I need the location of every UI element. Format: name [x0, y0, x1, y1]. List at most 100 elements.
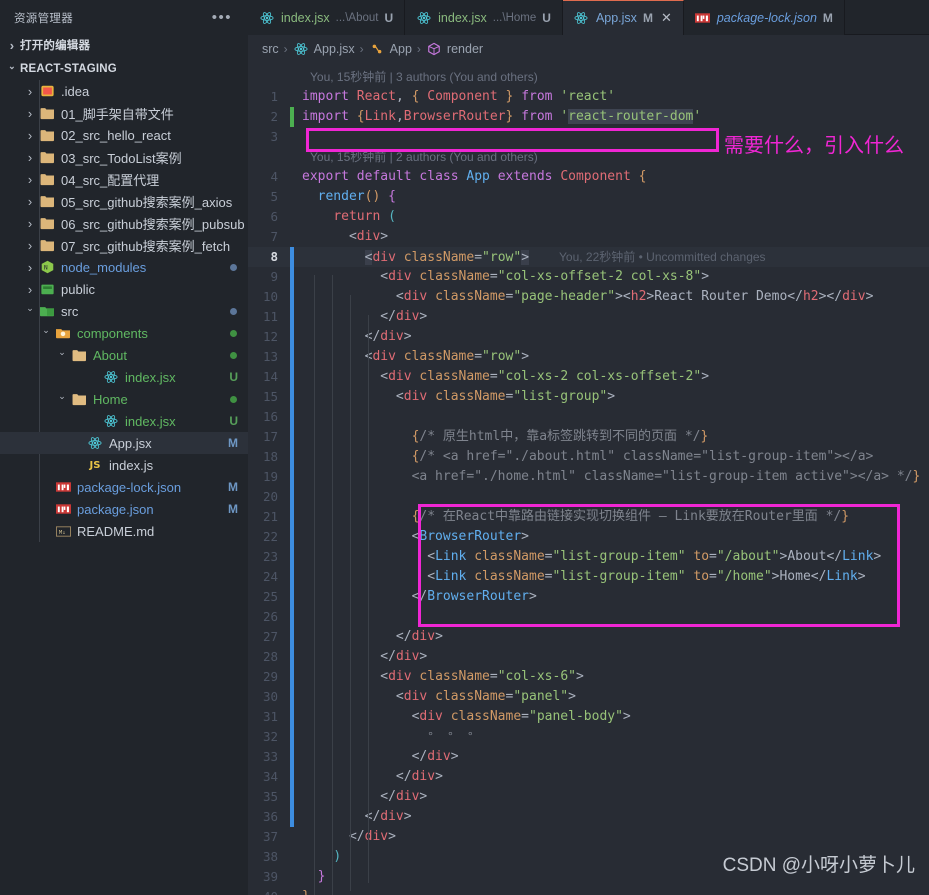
ellipsis-icon[interactable]: ••• [212, 10, 236, 25]
chevron-down-icon[interactable] [54, 394, 70, 405]
breadcrumb-item[interactable]: render [447, 42, 483, 56]
code-text: </div> [395, 769, 443, 784]
tree-item-03-src-todolist--[interactable]: 03_src_TodoList案例 [0, 146, 248, 168]
folder-icon [38, 193, 56, 209]
code-text: </div> [364, 809, 412, 824]
chevron-right-icon[interactable] [22, 128, 38, 143]
tab-app-jsx2[interactable]: App.jsx M ✕ [562, 0, 684, 35]
code-line-6[interactable]: 6 return ( [248, 207, 929, 227]
tree-item-index-js[interactable]: JS index.js [0, 454, 248, 476]
svg-text:N: N [44, 265, 48, 272]
tree-item-label: Home [93, 391, 128, 407]
chevron-right-icon[interactable] [22, 260, 38, 275]
code-text: <div> [348, 229, 389, 244]
tree-item-node-modules[interactable]: Nnode_modules [0, 256, 248, 278]
chevron-right-icon[interactable] [22, 150, 38, 165]
code-line-2[interactable]: 2 import {Link,BrowserRouter} from 'react… [248, 107, 929, 127]
code-text: {/* <a href="./about.html" className="li… [411, 449, 874, 464]
tree-item-04-src-----[interactable]: 04_src_配置代理 [0, 168, 248, 190]
line-number: 3 [270, 129, 278, 144]
breadcrumb-item[interactable]: App.jsx [314, 42, 355, 56]
tree-item-label: public [61, 281, 95, 297]
tree-item-home[interactable]: Home [0, 388, 248, 410]
chevron-right-icon[interactable] [22, 106, 38, 121]
breadcrumb-separator: › [283, 42, 288, 56]
tree-item-package-json[interactable]: package.json M [0, 498, 248, 520]
tree-item-label: components [77, 325, 148, 341]
code-text: </div> [411, 749, 459, 764]
tree-item-index-jsx[interactable]: index.jsx U [0, 410, 248, 432]
chevron-down-icon[interactable] [54, 350, 70, 361]
watermark: CSDN @小呀小萝卜儿 [722, 855, 915, 876]
chevron-right-icon[interactable] [22, 238, 38, 253]
code-line-7[interactable]: 7 <div> [248, 227, 929, 247]
chevron-right-icon[interactable] [22, 216, 38, 231]
tab-label: App.jsx [595, 11, 637, 25]
tab-bar: index.jsx ...\About Uindex.jsx ...\Home U App… [248, 0, 929, 35]
tree-item-label: 06_src_github搜索案例_pubsub [61, 216, 245, 232]
src-folder-icon [38, 303, 56, 319]
tree-item-label: 03_src_TodoList案例 [61, 150, 182, 166]
tree-item-index-jsx[interactable]: index.jsx U [0, 366, 248, 388]
tab-package-lock-json3[interactable]: package-lock.json M [683, 0, 845, 35]
line-number: 9 [270, 269, 278, 284]
line-number: 14 [262, 369, 278, 384]
code-line-1[interactable]: 1 import React, { Component } from 'react… [248, 87, 929, 107]
project-root-section[interactable]: REACT-STAGING [0, 58, 248, 80]
chevron-right-icon [4, 38, 20, 53]
status-dot [230, 308, 237, 315]
tree-item-readme-md[interactable]: M↓ README.md [0, 520, 248, 542]
tab-index-jsx1[interactable]: index.jsx ...\Home U [405, 0, 563, 35]
js-icon: JS [89, 459, 101, 471]
chevron-right-icon[interactable] [22, 84, 38, 99]
tree-item-07-src-github-----fetch[interactable]: 07_src_github搜索案例_fetch [0, 234, 248, 256]
tree-item-about[interactable]: About [0, 344, 248, 366]
line-number: 23 [262, 549, 278, 564]
react-icon [416, 10, 431, 26]
chevron-right-icon[interactable] [22, 194, 38, 209]
breadcrumb-item[interactable]: App [390, 42, 412, 56]
code-text: </div> [380, 789, 428, 804]
folder-icon [38, 171, 56, 187]
tab-index-jsx0[interactable]: index.jsx ...\About U [248, 0, 406, 35]
tree-item-app-jsx[interactable]: App.jsx M [0, 432, 248, 454]
chevron-right-icon[interactable] [22, 282, 38, 297]
breadcrumb-item[interactable]: src [262, 42, 279, 56]
chevron-down-icon[interactable] [22, 306, 38, 317]
close-icon[interactable]: ✕ [661, 10, 672, 26]
code-line-8[interactable]: 8 <div className="row"> You, 22秒钟前 • Unco… [248, 247, 929, 267]
code-line-9[interactable]: 9 <div className="col-xs-offset-2 col-xs… [248, 267, 929, 287]
tree-item-components[interactable]: components [0, 322, 248, 344]
open-editors-section[interactable]: 打开的编辑器 [0, 34, 248, 56]
tree-item--idea[interactable]: .idea [0, 80, 248, 102]
line-number: 11 [262, 309, 278, 324]
chevron-right-icon[interactable] [22, 172, 38, 187]
tree-item-public[interactable]: public [0, 278, 248, 300]
folder-icon [38, 149, 56, 165]
chevron-down-icon[interactable] [38, 328, 54, 339]
chevron-down-icon [4, 64, 20, 75]
tree-item-06-src-github-----pubsub[interactable]: 06_src_github搜索案例_pubsub [0, 212, 248, 234]
tree-item-label: node_modules [61, 259, 147, 275]
code-text: <Link className="list-group-item" to="/h… [427, 569, 866, 584]
tree-item-package-lock-json[interactable]: package-lock.json M [0, 476, 248, 498]
code-editor[interactable]: You, 15秒钟前 | 3 authors (You and others) 1… [248, 63, 929, 895]
tree-item-src[interactable]: src [0, 300, 248, 322]
tab-label: index.jsx [438, 10, 487, 25]
blame-text: You, 15秒钟前 | 2 authors (You and others) [310, 150, 538, 164]
code-text: <div className="col-xs-offset-2 col-xs-8… [380, 269, 710, 284]
file-tree: .idea 01_脚手架自带文件 02_src_hello_react 03_src_… [0, 80, 248, 542]
code-line-4[interactable]: 4 export default class App extends Compon… [248, 167, 929, 187]
code-text: {/* 原生html中，靠a标签跳转到不同的页面 */} [411, 429, 709, 444]
tree-item-05-src-github-----axios[interactable]: 05_src_github搜索案例_axios [0, 190, 248, 212]
tree-item-02-src-hello-react[interactable]: 02_src_hello_react [0, 124, 248, 146]
breadcrumb-separator: › [416, 42, 421, 56]
code-text: export default class App extends Compone… [302, 169, 647, 184]
tree-item-01--------[interactable]: 01_脚手架自带文件 [0, 102, 248, 124]
tree-item-label: index.js [109, 457, 154, 473]
code-line-5[interactable]: 5 render() { [248, 187, 929, 207]
line-number: 26 [262, 609, 278, 624]
line-number: 36 [262, 809, 278, 824]
